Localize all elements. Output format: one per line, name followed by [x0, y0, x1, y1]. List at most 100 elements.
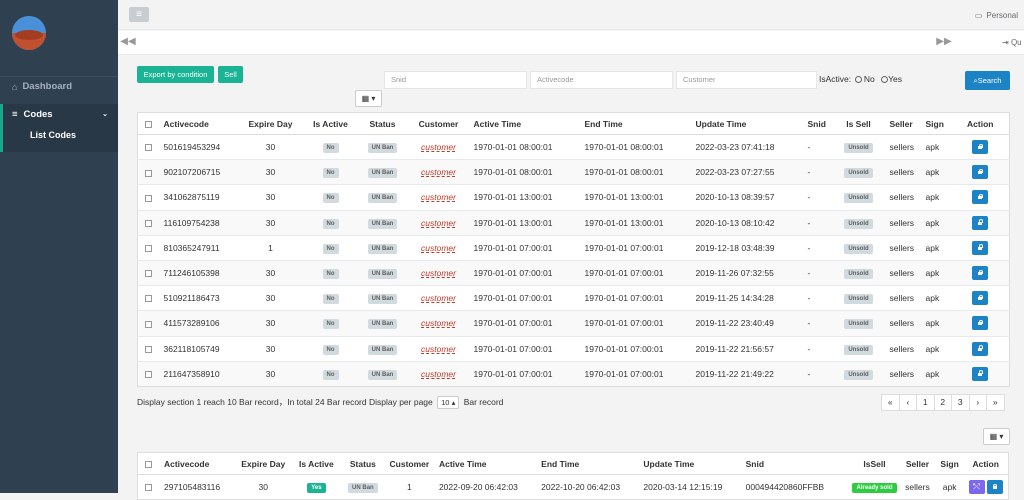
activecode-link[interactable]: 902107206715	[159, 159, 238, 185]
personal-link[interactable]: ▭ Personal	[975, 11, 1018, 20]
row-checkbox[interactable]	[137, 335, 160, 362]
avatar[interactable]	[12, 16, 46, 50]
lock-button[interactable]	[972, 190, 989, 205]
customer-editable[interactable]: customer	[421, 318, 456, 328]
col-header[interactable]: Sign	[935, 452, 964, 475]
lock-button[interactable]	[972, 140, 989, 155]
row-checkbox[interactable]	[137, 209, 160, 236]
sidebar-codes-header[interactable]: ≡ Codes ⌄	[3, 104, 118, 124]
tab-scroll-left-icon[interactable]: ◀◀	[118, 36, 138, 47]
customer-editable[interactable]: customer	[421, 344, 456, 354]
activecode-link[interactable]: 411573289106	[159, 310, 238, 336]
col-header[interactable]: Status	[357, 112, 408, 135]
lock-button[interactable]	[972, 215, 989, 230]
activecode-link[interactable]: 116109754238	[159, 209, 238, 236]
menu-toggle-button[interactable]: ≡	[129, 7, 149, 22]
columns-toggle-button[interactable]: ▦ ▾	[355, 90, 382, 107]
activecode-link[interactable]: 510921186473	[159, 285, 238, 311]
customer-editable[interactable]: customer	[421, 243, 456, 253]
activecode-link[interactable]: 501619453294	[159, 133, 238, 160]
customer-editable[interactable]: customer	[421, 192, 456, 202]
export-button[interactable]: Export by condition	[137, 66, 214, 83]
row-checkbox[interactable]	[137, 310, 160, 336]
col-header[interactable]: Activecode	[159, 112, 238, 135]
col-header[interactable]: End Time	[580, 112, 692, 135]
col-header[interactable]: Sign	[921, 112, 952, 135]
customer-editable[interactable]: customer	[421, 369, 456, 379]
row-checkbox[interactable]	[137, 234, 160, 261]
activecode-link[interactable]: 211647358910	[159, 360, 238, 387]
lock-button[interactable]	[972, 266, 989, 281]
status-badge: UN Ban	[367, 168, 398, 179]
customer-editable[interactable]: customer	[421, 268, 456, 278]
col-header[interactable]: Expire Day	[235, 452, 291, 475]
end-time-cell: 1970-01-01 07:00:01	[580, 234, 692, 261]
col-header[interactable]: Is Sell	[831, 112, 886, 135]
select-all-checkbox[interactable]	[137, 452, 160, 475]
lock-button[interactable]	[986, 480, 1003, 495]
tab-scroll-right-icon[interactable]: ▶▶	[934, 36, 954, 47]
col-header[interactable]: Activecode	[159, 452, 236, 475]
col-header[interactable]: Snid	[803, 112, 832, 135]
row-checkbox[interactable]	[137, 159, 160, 185]
page-first[interactable]: «	[881, 394, 900, 411]
col-header[interactable]: End Time	[537, 452, 640, 475]
activecode-link[interactable]: 810365247911	[159, 234, 238, 261]
col-header[interactable]: Customer	[383, 452, 435, 475]
lock-button[interactable]	[972, 240, 989, 255]
page-next[interactable]: ›	[968, 394, 987, 411]
row-checkbox[interactable]	[137, 259, 160, 286]
row-checkbox[interactable]	[137, 360, 160, 387]
customer-input[interactable]: Customer	[676, 71, 817, 89]
activecode-link[interactable]: 297105483116	[159, 473, 236, 500]
col-header[interactable]: Seller	[885, 112, 922, 135]
lock-button[interactable]	[972, 165, 989, 180]
select-all-checkbox[interactable]	[137, 112, 160, 135]
col-header[interactable]: Update Time	[639, 452, 742, 475]
col-header[interactable]: Update Time	[691, 112, 804, 135]
activecode-link[interactable]: 362118105749	[159, 335, 238, 362]
col-header[interactable]: Snid	[741, 452, 850, 475]
quit-link[interactable]: ⇥ Qu	[1002, 38, 1022, 47]
sidebar-item-list-codes[interactable]: List Codes	[3, 124, 118, 146]
lock-button[interactable]	[972, 316, 989, 331]
lock-button[interactable]	[972, 366, 989, 381]
col-header[interactable]: IsSell	[849, 452, 900, 475]
page-3[interactable]: 3	[951, 394, 970, 411]
lock-button[interactable]	[972, 341, 989, 356]
is-sell-cell: Unsold	[831, 259, 886, 286]
customer-editable[interactable]: customer	[421, 218, 456, 228]
col-header[interactable]: Is Active	[303, 112, 358, 135]
page-prev[interactable]: ‹	[898, 394, 917, 411]
col-header[interactable]: Active Time	[434, 452, 538, 475]
page-2[interactable]: 2	[933, 394, 952, 411]
col-header[interactable]: Active Time	[469, 112, 581, 135]
page-1[interactable]: 1	[916, 394, 935, 411]
col-header[interactable]: Seller	[899, 452, 936, 475]
table-row: 116109754238 30 No UN Ban customer 1970-01-01…	[137, 209, 1010, 236]
col-header[interactable]: Status	[341, 452, 384, 475]
activecode-input[interactable]: Activecode	[530, 71, 673, 89]
per-page-select[interactable]: 10 ▴	[437, 396, 460, 409]
page-last[interactable]: »	[986, 394, 1005, 411]
customer-editable[interactable]: customer	[421, 167, 456, 177]
row-checkbox[interactable]	[137, 184, 160, 211]
columns-toggle-button-2[interactable]: ▦ ▾	[983, 428, 1010, 445]
row-checkbox[interactable]	[137, 133, 160, 160]
lock-button[interactable]	[972, 291, 989, 306]
customer-editable[interactable]: customer	[421, 142, 456, 152]
search-button[interactable]: ⌕Search	[965, 71, 1010, 90]
sell-button[interactable]: Sell	[218, 66, 243, 83]
snid-input[interactable]: Snid	[384, 71, 527, 89]
activecode-link[interactable]: 711246105398	[159, 259, 238, 286]
customer-editable[interactable]: customer	[421, 293, 456, 303]
col-header[interactable]: Customer	[407, 112, 470, 135]
unlink-button[interactable]: ⤲	[968, 480, 985, 495]
sidebar-item-dashboard[interactable]: ⌂ Dashboard	[0, 76, 118, 96]
row-checkbox[interactable]	[137, 285, 160, 311]
row-checkbox[interactable]	[137, 473, 160, 500]
col-header[interactable]: Is Active	[290, 452, 342, 475]
activecode-link[interactable]: 341062875119	[159, 184, 238, 211]
col-header[interactable]: Expire Day	[237, 112, 304, 135]
radio-no[interactable]	[854, 76, 862, 84]
